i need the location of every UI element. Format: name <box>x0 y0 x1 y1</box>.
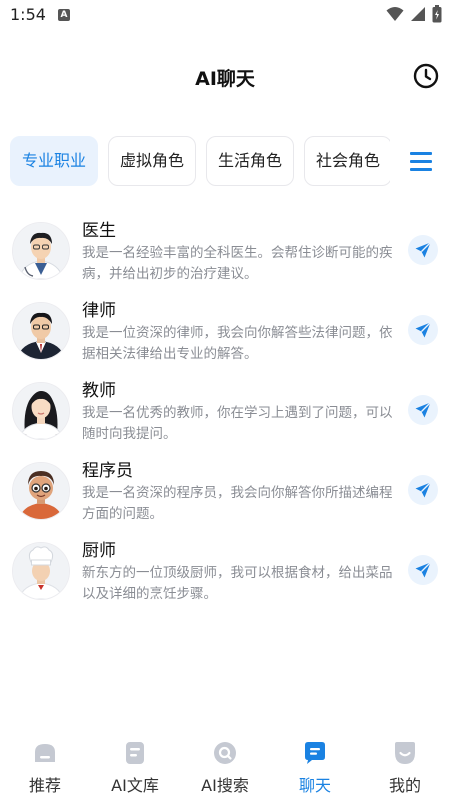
role-item-teacher[interactable]: 教师 我是一名优秀的教师，你在学习上遇到了问题，可以随时向我提问。 <box>0 372 450 452</box>
send-icon <box>415 402 431 418</box>
bottom-navigation: 推荐 AI文库 AI搜索 聊天 我的 <box>0 732 450 800</box>
tab-virtual[interactable]: 虚拟角色 <box>108 136 197 186</box>
send-icon <box>415 482 431 498</box>
send-button[interactable] <box>408 555 438 585</box>
send-button[interactable] <box>408 235 438 265</box>
role-list: 医生 我是一名经验丰富的全科医生。会帮住诊断可能的疾病，并给出初步的治疗建议。 <box>0 212 450 612</box>
send-button[interactable] <box>408 315 438 345</box>
page-title: AI聊天 <box>195 68 255 90</box>
send-icon <box>415 562 431 578</box>
app-header: AI聊天 <box>0 50 450 102</box>
status-time: 1:54 <box>10 5 46 24</box>
ai-chat-screen: 1:54 A AI聊天 专业职业 虚拟角色 生活角色 社会角色 医生 我是一名经… <box>0 0 450 800</box>
send-button[interactable] <box>408 395 438 425</box>
nav-item-recommend[interactable]: 推荐 <box>0 734 90 798</box>
role-description: 我是一名资深的程序员，我会向你解答你所描述编程方面的问题。 <box>82 485 393 522</box>
category-tabs: 专业职业 虚拟角色 生活角色 社会角色 <box>0 136 450 188</box>
programmer-avatar <box>12 462 70 520</box>
nav-item-mine[interactable]: 我的 <box>360 734 450 798</box>
role-name: 程序员 <box>82 461 133 481</box>
nav-label: 推荐 <box>28 776 61 795</box>
nav-item-chat[interactable]: 聊天 <box>270 734 360 798</box>
chef-avatar <box>12 542 70 600</box>
chat-icon <box>305 742 325 764</box>
teacher-avatar <box>12 382 70 440</box>
role-name: 医生 <box>82 221 116 241</box>
send-button[interactable] <box>408 475 438 505</box>
status-indicators <box>386 5 442 23</box>
send-icon <box>415 242 431 258</box>
nav-item-ai-search[interactable]: AI搜索 <box>180 734 270 798</box>
role-item-programmer[interactable]: 程序员 我是一名资深的程序员，我会向你解答你所描述编程方面的问题。 <box>0 452 450 532</box>
role-description: 我是一位资深的律师，我会向你解答些法律问题，依据相关法律给出专业的解答。 <box>82 325 393 362</box>
search-icon <box>214 742 236 764</box>
send-icon <box>415 322 431 338</box>
nav-label: AI搜索 <box>201 776 249 795</box>
nav-label: 聊天 <box>298 776 331 795</box>
tab-social[interactable]: 社会角色 <box>304 136 390 186</box>
nav-label: AI文库 <box>111 776 159 795</box>
history-button[interactable] <box>412 62 440 90</box>
category-tabs-scroll: 专业职业 虚拟角色 生活角色 社会角色 <box>10 136 390 188</box>
wifi-icon <box>386 7 404 21</box>
role-name: 教师 <box>82 381 116 401</box>
nav-item-ai-library[interactable]: AI文库 <box>90 734 180 798</box>
nav-label: 我的 <box>388 776 421 795</box>
doctor-avatar <box>12 222 70 280</box>
clock-icon <box>413 63 439 89</box>
role-description: 新东方的一位顶级厨师，我可以根据食材，给出菜品以及详细的烹饪步骤。 <box>82 565 393 602</box>
lawyer-avatar <box>12 302 70 360</box>
menu-icon <box>410 152 432 155</box>
tab-professional[interactable]: 专业职业 <box>10 136 99 186</box>
role-description: 我是一名经验丰富的全科医生。会帮住诊断可能的疾病，并给出初步的治疗建议。 <box>82 245 393 282</box>
role-item-doctor[interactable]: 医生 我是一名经验丰富的全科医生。会帮住诊断可能的疾病，并给出初步的治疗建议。 <box>0 212 450 292</box>
document-icon <box>126 742 144 764</box>
role-name: 厨师 <box>82 541 116 561</box>
profile-icon <box>395 742 415 764</box>
role-name: 律师 <box>82 301 116 321</box>
role-description: 我是一名优秀的教师，你在学习上遇到了问题，可以随时向我提问。 <box>82 405 393 442</box>
battery-icon <box>432 5 442 23</box>
tab-life[interactable]: 生活角色 <box>206 136 295 186</box>
signal-icon <box>411 7 425 21</box>
home-icon <box>35 744 55 762</box>
role-item-lawyer[interactable]: 律师 我是一位资深的律师，我会向你解答些法律问题，依据相关法律给出专业的解答。 <box>0 292 450 372</box>
notification-app-icon: A <box>58 9 70 21</box>
status-bar: 1:54 A <box>0 0 450 32</box>
category-menu-button[interactable] <box>410 150 432 172</box>
role-item-chef[interactable]: 厨师 新东方的一位顶级厨师，我可以根据食材，给出菜品以及详细的烹饪步骤。 <box>0 532 450 612</box>
